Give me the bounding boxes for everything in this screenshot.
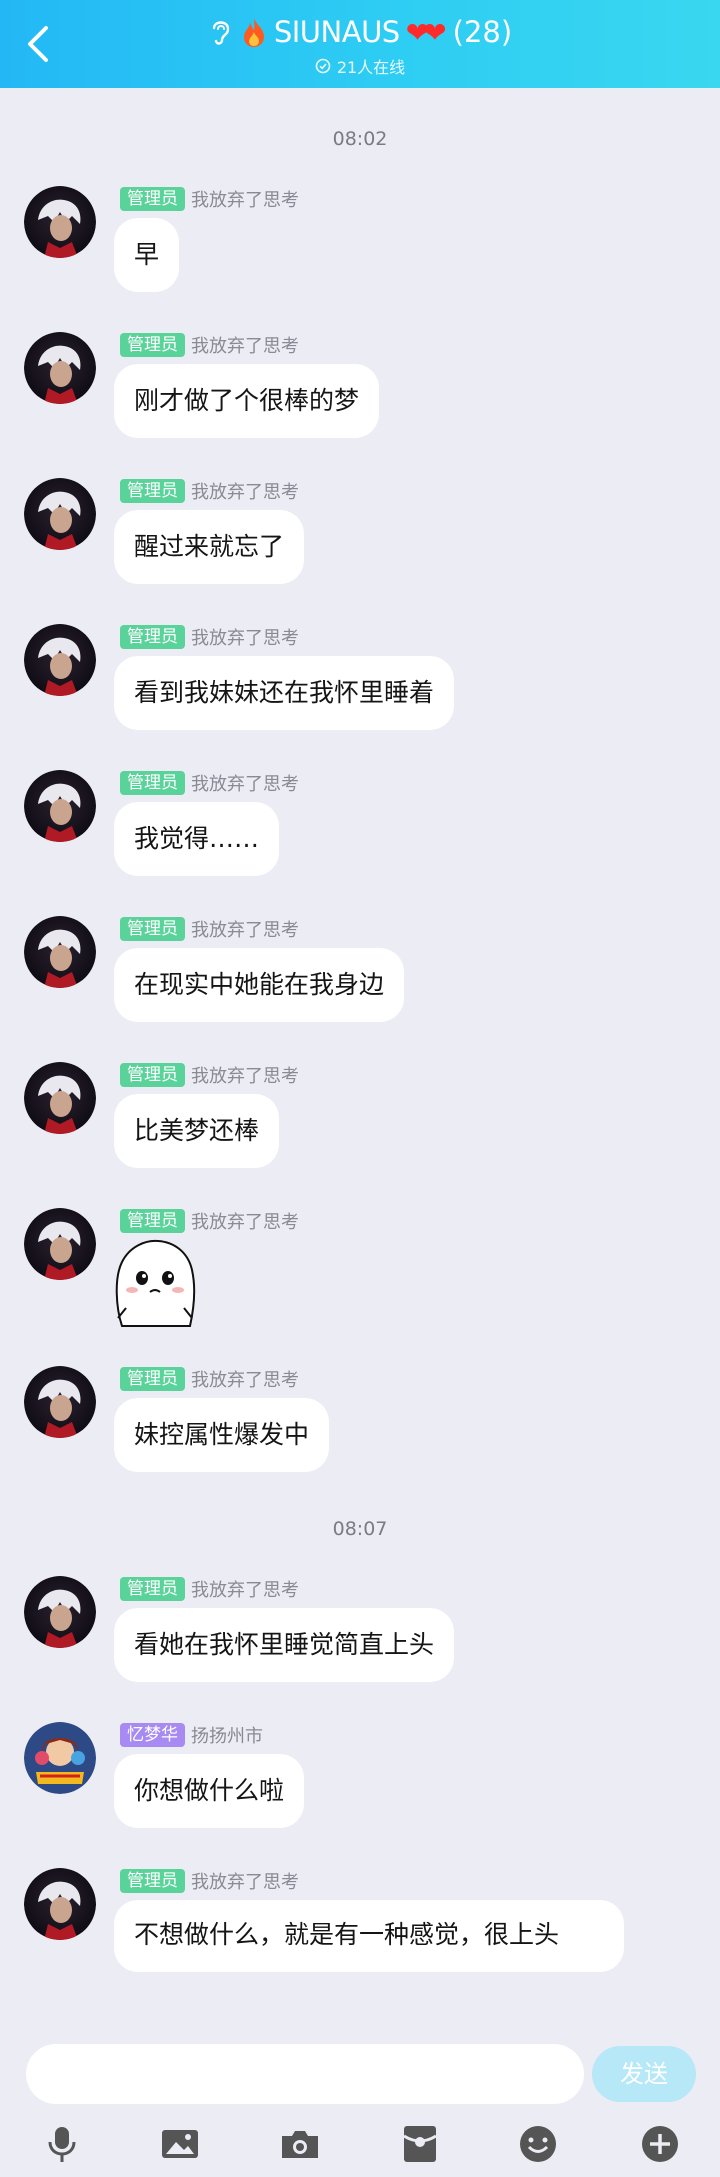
sender-name[interactable]: 我放弃了思考: [191, 1576, 299, 1602]
sender-name[interactable]: 我放弃了思考: [191, 1062, 299, 1088]
fire-icon: [243, 18, 264, 47]
sender-name[interactable]: 我放弃了思考: [191, 1208, 299, 1234]
avatar[interactable]: [24, 1576, 96, 1648]
crying-face-sticker[interactable]: [112, 1238, 198, 1328]
avatar[interactable]: [24, 186, 96, 258]
timestamp: 08:02: [332, 128, 388, 150]
avatar[interactable]: [24, 770, 96, 842]
message-bubble[interactable]: 我觉得……: [114, 802, 280, 876]
message-input[interactable]: [26, 2044, 584, 2104]
sender-name[interactable]: 我放弃了思考: [191, 332, 299, 358]
back-arrow-icon: [28, 26, 48, 62]
message-bubble[interactable]: 在现实中她能在我身边: [114, 948, 405, 1022]
red-packet-icon[interactable]: [398, 2122, 442, 2166]
message-bubble[interactable]: 醒过来就忘了: [114, 510, 305, 584]
camera-icon[interactable]: [278, 2122, 322, 2166]
admin-badge: 管理员: [120, 1209, 185, 1233]
avatar[interactable]: [24, 916, 96, 988]
admin-badge: 管理员: [120, 1367, 185, 1391]
message-bubble[interactable]: 你想做什么啦: [114, 1754, 305, 1828]
admin-badge: 管理员: [120, 187, 185, 211]
admin-badge: 管理员: [120, 1869, 185, 1893]
sender-name[interactable]: 我放弃了思考: [191, 624, 299, 650]
online-count: 21人在线: [336, 58, 406, 77]
avatar[interactable]: [24, 478, 96, 550]
admin-badge: 管理员: [120, 1577, 185, 1601]
group-name: SIUNAUS: [273, 15, 400, 49]
sender-name[interactable]: 我放弃了思考: [191, 478, 299, 504]
avatar[interactable]: [24, 624, 96, 696]
member-count: (28): [452, 15, 513, 49]
sender-name[interactable]: 扬扬州市: [191, 1722, 263, 1748]
timestamp: 08:07: [332, 1518, 388, 1540]
send-button[interactable]: 发送: [592, 2046, 696, 2102]
back-button[interactable]: [18, 16, 62, 72]
plus-icon[interactable]: [638, 2122, 682, 2166]
avatar[interactable]: [24, 332, 96, 404]
sender-name[interactable]: 我放弃了思考: [191, 186, 299, 212]
admin-badge: 管理员: [120, 1063, 185, 1087]
sender-name[interactable]: 我放弃了思考: [191, 1868, 299, 1894]
sender-name[interactable]: 我放弃了思考: [191, 916, 299, 942]
sender-name[interactable]: 我放弃了思考: [191, 770, 299, 796]
member-title-badge: 忆梦华: [120, 1723, 185, 1747]
avatar[interactable]: [24, 1208, 96, 1280]
ear-icon[interactable]: [208, 17, 234, 47]
avatar[interactable]: [24, 1062, 96, 1134]
admin-badge: 管理员: [120, 333, 185, 357]
microphone-icon[interactable]: [40, 2122, 84, 2166]
message-bubble[interactable]: 比美梦还棒: [114, 1094, 280, 1168]
admin-badge: 管理员: [120, 917, 185, 941]
message-bubble[interactable]: 看她在我怀里睡觉简直上头: [114, 1608, 455, 1682]
check-circle-icon: [315, 58, 331, 74]
image-icon[interactable]: [158, 2122, 202, 2166]
hearts-emoji: ❤❤: [405, 15, 447, 49]
message-bubble[interactable]: 妹控属性爆发中: [114, 1398, 330, 1472]
admin-badge: 管理员: [120, 625, 185, 649]
message-bubble[interactable]: 不想做什么，就是有一种感觉，很上头: [114, 1900, 624, 1972]
message-bubble[interactable]: 早: [114, 218, 180, 292]
group-title-area[interactable]: SIUNAUS ❤❤ (28) 21人在线: [150, 10, 570, 78]
admin-badge: 管理员: [120, 771, 185, 795]
message-bubble[interactable]: 刚才做了个很棒的梦: [114, 364, 380, 438]
emoji-icon[interactable]: [516, 2122, 560, 2166]
message-bubble[interactable]: 看到我妹妹还在我怀里睡着: [114, 656, 455, 730]
input-area: 发送: [0, 2030, 720, 2177]
avatar[interactable]: [24, 1868, 96, 1940]
avatar[interactable]: [24, 1722, 96, 1794]
sender-name[interactable]: 我放弃了思考: [191, 1366, 299, 1392]
chat-header: SIUNAUS ❤❤ (28) 21人在线: [0, 0, 720, 88]
avatar[interactable]: [24, 1366, 96, 1438]
admin-badge: 管理员: [120, 479, 185, 503]
